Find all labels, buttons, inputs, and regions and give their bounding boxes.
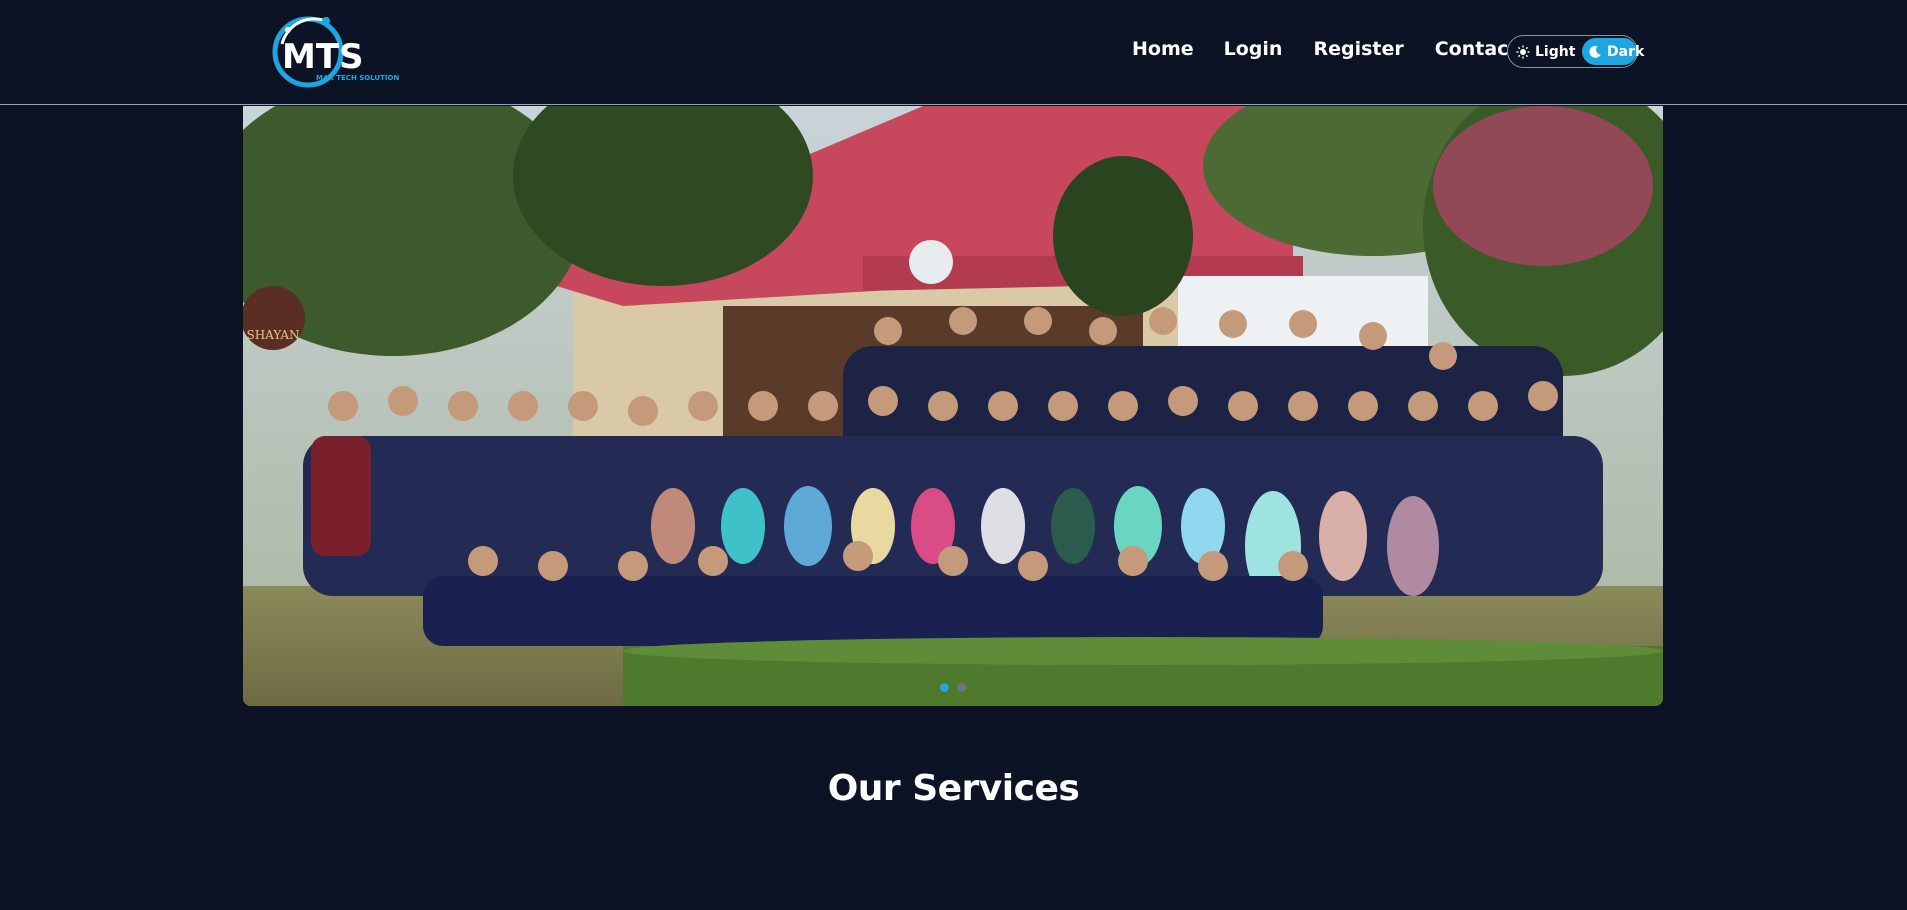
team-group-photo: SHAYAN [243, 106, 1663, 706]
carousel-dot-1[interactable] [940, 683, 949, 692]
nav-register-link[interactable]: Register [1313, 38, 1403, 60]
nav-login-link[interactable]: Login [1224, 38, 1283, 60]
carousel-indicators [243, 683, 1663, 693]
svg-text:MTS: MTS [282, 37, 364, 77]
services-heading: Our Services [827, 768, 1080, 809]
site-header: MTS MAK TECH SOLUTION Home Login Registe… [0, 0, 1907, 105]
moon-icon [1588, 45, 1602, 59]
svg-text:SHAYAN: SHAYAN [246, 328, 299, 342]
sun-icon [1516, 45, 1530, 59]
theme-light-option[interactable]: Light [1508, 38, 1582, 65]
theme-dark-label: Dark [1607, 43, 1645, 60]
theme-dark-option[interactable]: Dark [1582, 38, 1644, 65]
brand-logo[interactable]: MTS MAK TECH SOLUTION [268, 14, 400, 90]
svg-text:MAK TECH SOLUTION: MAK TECH SOLUTION [316, 74, 399, 82]
hero-carousel[interactable]: SHAYAN [243, 106, 1663, 706]
main-nav: Home Login Register Contact [1132, 38, 1549, 60]
theme-toggle[interactable]: Light Dark [1507, 35, 1644, 68]
nav-contact-link[interactable]: Contact [1435, 38, 1518, 60]
theme-light-label: Light [1535, 43, 1576, 60]
mts-logo-icon: MTS MAK TECH SOLUTION [272, 16, 399, 88]
carousel-dot-2[interactable] [957, 683, 966, 692]
nav-home-link[interactable]: Home [1132, 38, 1194, 60]
